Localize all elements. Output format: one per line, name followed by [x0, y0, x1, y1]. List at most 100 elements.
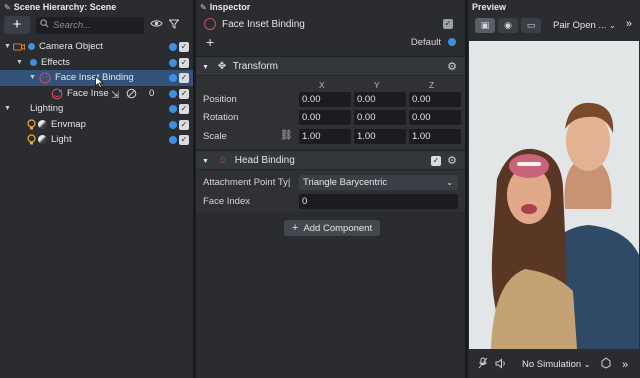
layer-indicator[interactable] [169, 136, 177, 144]
layer-dot-icon[interactable] [448, 38, 456, 46]
tree-item-camera-object[interactable]: ▼ Camera Object ✓ [0, 39, 193, 55]
rotation-x-field[interactable]: 0.00 [299, 110, 351, 125]
object-header: Face Inset Binding ✓ + Default [196, 15, 465, 51]
rotation-label: Rotation [203, 112, 239, 123]
enabled-checkbox[interactable]: ✓ [179, 57, 189, 68]
preview-title: Preview [472, 2, 507, 12]
layer-indicator[interactable] [169, 105, 177, 113]
envmap-icon [38, 119, 47, 129]
face-binding-icon: ☺ [217, 155, 228, 166]
add-component-button[interactable]: + Add Component [284, 220, 380, 236]
dropdown-value: Triangle Barycentric [303, 177, 388, 188]
layer-label[interactable]: Default [411, 37, 441, 48]
inspector-panel: ✎ Inspector Face Inset Binding ✓ + Defau… [196, 0, 466, 378]
chevron-down-icon[interactable]: ▼ [202, 158, 209, 165]
attachment-point-label: Attachment Point Ty| [203, 177, 291, 188]
enabled-checkbox[interactable]: ✓ [179, 73, 189, 83]
chevron-down-icon[interactable]: ▼ [4, 101, 11, 117]
light-bulb-icon [27, 118, 36, 131]
pin-icon[interactable]: ✎ [4, 0, 11, 15]
chevron-down-icon[interactable]: ▼ [202, 64, 209, 71]
scale-x-field[interactable]: 1.00 [299, 129, 351, 144]
add-object-button[interactable]: + [4, 16, 30, 34]
image-mode-button[interactable]: ▣ [475, 18, 495, 33]
tree-item-lighting[interactable]: ▼ Lighting ✓ [0, 101, 193, 117]
face-binding-icon [39, 72, 51, 84]
chevron-down-icon[interactable]: ▼ [4, 39, 11, 55]
face-inset-icon [51, 88, 63, 100]
tree-item-label: Camera Object [39, 41, 103, 52]
speaker-icon[interactable] [495, 357, 507, 372]
preview-bottom-bar: No Simulation ⌄ » [468, 351, 640, 378]
face-index-field[interactable]: 0 [299, 194, 458, 209]
position-x-field[interactable]: 0.00 [299, 92, 351, 107]
pair-select-dropdown[interactable]: Pair Open ... ⌄ [553, 20, 616, 31]
enabled-checkbox[interactable]: ✓ [179, 42, 189, 52]
transform-icon: ✥ [217, 61, 227, 72]
pin-icon[interactable]: ✎ [200, 0, 207, 15]
rotation-z-field[interactable]: 0.00 [409, 110, 461, 125]
chevron-down-icon[interactable]: ▼ [29, 70, 36, 86]
light-bulb-icon [27, 134, 36, 146]
face-index-label: Face Index [203, 196, 250, 207]
layer-indicator[interactable] [169, 58, 177, 67]
scale-label: Scale [203, 131, 227, 142]
disabled-icon[interactable] [126, 88, 137, 99]
chevron-down-icon[interactable]: ▼ [16, 55, 23, 71]
chevron-down-icon: ⌄ [608, 21, 616, 30]
tree-item-effects[interactable]: ▼ Effects ✓ [0, 55, 193, 71]
transform-header[interactable]: ▼ ✥ Transform ⚙ [196, 56, 465, 76]
head-binding-section: ▼ ☺ Head Binding ✓ ⚙ Attachment Point Ty… [196, 150, 465, 212]
link-icon[interactable]: ⛓ [280, 130, 293, 141]
tree-item-face-inset[interactable]: Face Inse ⇲ 0 ✓ [0, 86, 193, 102]
microphone-muted-icon[interactable] [478, 357, 488, 372]
object-name[interactable]: Face Inset Binding [222, 19, 305, 30]
gear-icon[interactable]: ⚙ [447, 151, 457, 171]
gear-icon[interactable]: ⚙ [447, 57, 457, 77]
simulation-dropdown[interactable]: No Simulation ⌄ [522, 359, 590, 370]
enabled-checkbox[interactable]: ✓ [179, 88, 189, 99]
scale-z-field[interactable]: 1.00 [409, 129, 461, 144]
preview-image[interactable] [469, 41, 639, 349]
enabled-checkbox[interactable]: ✓ [179, 135, 189, 145]
enabled-checkbox[interactable]: ✓ [179, 119, 189, 130]
device-mode-button[interactable]: ▭ [521, 18, 541, 33]
component-enabled-checkbox[interactable]: ✓ [431, 156, 441, 166]
tree-item-light[interactable]: Light ✓ [0, 132, 193, 148]
position-z-field[interactable]: 0.00 [409, 92, 461, 107]
filter-icon[interactable] [168, 19, 180, 32]
axis-label-y: Y [374, 80, 380, 90]
chevron-down-icon: ⌄ [583, 360, 591, 369]
layer-indicator[interactable] [169, 120, 177, 129]
scale-y-field[interactable]: 1.00 [354, 129, 406, 144]
layer-indicator[interactable] [169, 74, 177, 82]
search-placeholder: Search... [53, 19, 92, 31]
object-enabled-checkbox[interactable]: ✓ [443, 19, 453, 29]
attachment-point-dropdown[interactable]: Triangle Barycentric ⌄ [299, 175, 458, 190]
preview-panel: Preview ▣ ◉ ▭ Pair Open ... ⌄ » No Simul… [468, 0, 640, 378]
layer-indicator[interactable] [169, 89, 177, 98]
light-sphere-icon [38, 135, 47, 144]
face-binding-icon [204, 18, 216, 30]
enabled-checkbox[interactable]: ✓ [179, 104, 189, 114]
head-binding-header[interactable]: ▼ ☺ Head Binding ✓ ⚙ [196, 150, 465, 170]
tree-item-label: Envmap [51, 118, 86, 130]
expand-icon[interactable]: » [626, 18, 632, 30]
layer-indicator[interactable] [169, 43, 177, 51]
camera-mode-button[interactable]: ◉ [498, 18, 518, 33]
section-title: Transform [232, 61, 278, 72]
camera-icon [13, 42, 25, 52]
tree-item-face-inset-binding[interactable]: ▼ Face Inset Binding ✓ [0, 70, 193, 88]
inspector-title: Inspector [209, 2, 251, 12]
add-icon[interactable]: + [206, 34, 214, 50]
search-input[interactable]: Search... [36, 16, 144, 34]
preview-title-bar: Preview [468, 0, 640, 15]
position-y-field[interactable]: 0.00 [354, 92, 406, 107]
rotation-y-field[interactable]: 0.00 [354, 110, 406, 125]
chevron-down-icon: ⌄ [446, 178, 453, 187]
expand-icon[interactable]: » [622, 359, 628, 371]
tree-item-envmap[interactable]: Envmap ✓ [0, 117, 193, 133]
visibility-toggle-icon[interactable] [150, 19, 163, 31]
refresh-icon[interactable] [600, 357, 612, 372]
hierarchy-tree: ▼ Camera Object ✓ ▼ Effects ✓ ▼ Face Ins… [0, 39, 193, 148]
